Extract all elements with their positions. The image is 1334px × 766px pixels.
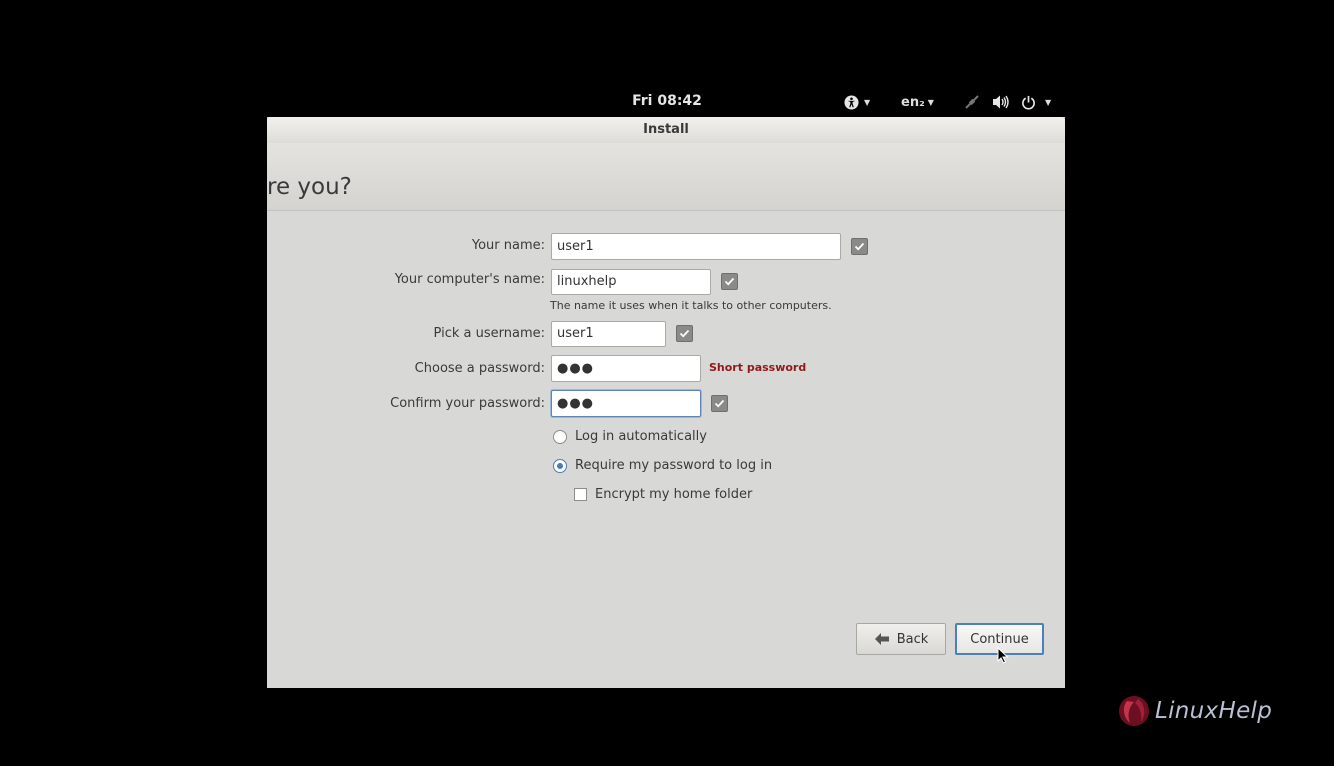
panel-clock[interactable]: Fri 08:42 [0,93,1334,109]
name-field[interactable]: user1 [551,233,841,260]
password-field[interactable]: ●●● [551,355,701,382]
power-menu[interactable]: ▼ [1021,92,1051,112]
username-label: Pick a username: [433,326,545,341]
accessibility-icon [844,94,859,110]
volume-icon [992,94,1010,110]
checkmark-icon [714,399,725,408]
linuxhelp-watermark: LinuxHelp [1117,693,1272,729]
computer-name-field[interactable]: linuxhelp [551,269,711,295]
back-arrow-icon [874,633,889,645]
name-valid-check [851,238,868,255]
watermark-text: LinuxHelp [1155,698,1273,724]
computer-name-label: Your computer's name: [394,272,545,287]
network-menu[interactable] [964,92,980,112]
installer-window: Install re you? Your name: user1 Your co… [267,117,1065,688]
power-icon [1021,95,1036,110]
window-titlebar[interactable]: Install [267,117,1065,143]
login-password-label[interactable]: Require my password to log in [575,458,772,473]
checkmark-icon [679,329,690,338]
computer-name-hint: The name it uses when it talks to other … [550,299,832,312]
volume-menu[interactable] [992,92,1010,112]
confirm-password-valid-check [711,395,728,412]
continue-button-label: Continue [970,631,1029,647]
login-auto-label[interactable]: Log in automatically [575,429,707,444]
computer-name-valid-check [721,273,738,290]
confirm-password-field[interactable]: ●●● [551,390,701,417]
username-valid-check [676,325,693,342]
chevron-down-icon: ▼ [927,97,934,107]
checkmark-icon [854,242,865,251]
encrypt-home-checkbox[interactable] [574,488,587,501]
back-button-label: Back [896,631,929,647]
page-title: re you? [267,174,352,200]
network-disconnected-icon [964,94,980,110]
name-label: Your name: [471,238,545,253]
username-field[interactable]: user1 [551,321,666,347]
password-strength-label: Short password [709,361,807,374]
back-button[interactable]: Back [856,623,946,655]
login-password-radio[interactable] [553,459,567,473]
chevron-down-icon: ▼ [864,97,871,107]
mouse-cursor-icon [997,646,1009,668]
confirm-password-label: Confirm your password: [390,396,545,411]
page-header: re you? [267,143,1065,211]
accessibility-menu[interactable]: ▼ [844,92,870,112]
keyboard-layout-menu[interactable]: en₂ ▼ [901,92,934,112]
password-label: Choose a password: [414,361,545,376]
login-auto-radio[interactable] [553,430,567,444]
checkmark-icon [724,277,735,286]
linuxhelp-logo-icon [1119,696,1149,726]
chevron-down-icon: ▼ [1045,97,1052,107]
window-title: Install [643,122,689,137]
encrypt-home-label[interactable]: Encrypt my home folder [595,487,752,502]
keyboard-layout-label: en₂ [901,94,925,110]
